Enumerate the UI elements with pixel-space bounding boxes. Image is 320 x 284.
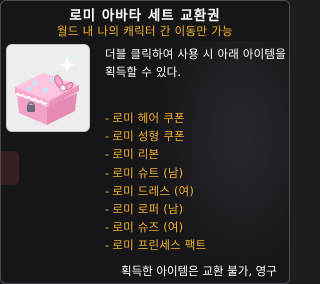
list-item: - 로미 성형 쿠폰 [105, 129, 185, 144]
item-tooltip: 로미 아바타 세트 교환권 월드 내 나의 캐릭터 간 이동만 가능 더블 클릭… [0, 0, 290, 284]
reward-item-label: 로미 성형 쿠폰 [112, 129, 185, 144]
reward-item-label: 로미 프린세스 팩트 [112, 238, 207, 253]
reward-item-label: 로미 슈즈 (여) [112, 220, 184, 235]
list-item: - 로미 슈즈 (여) [105, 220, 184, 235]
background-accent [1, 151, 19, 185]
item-trade-note: 획득한 아이템은 교환 불가, 영구 [121, 264, 277, 278]
list-item: - 로미 슈트 (남) [105, 165, 184, 180]
reward-item-list: - 로미 헤어 쿠폰 - 로미 성형 쿠폰 - 로미 리본 - 로미 슈트 (남) -로… [105, 109, 206, 255]
list-item: - 로미 리본 [105, 147, 160, 162]
list-item: - 로미 드레스 (여) [105, 183, 195, 198]
list-item: - 로미 프린세스 팩트 [105, 238, 207, 253]
reward-item-label: 로미 헤어 쿠폰 [112, 111, 185, 125]
item-icon-frame [6, 44, 90, 132]
reward-item-label: 로미 로퍼 (남) [112, 201, 184, 216]
reward-item-label: 로미 슈트 (남) [112, 165, 184, 180]
reward-item-label: 로미 리본 [112, 147, 160, 162]
item-description: 더블 클릭하여 사용 시 아래 아이템을 획득할 수 있다. [105, 47, 286, 79]
item-restriction-note: 월드 내 나의 캐릭터 간 이동만 가능 [56, 24, 234, 38]
list-item: - 로미 헤어 쿠폰 [105, 111, 185, 125]
pink-gift-box-icon [15, 53, 79, 125]
list-item: - 로미 로퍼 (남) [105, 201, 184, 216]
item-title: 로미 아바타 세트 교환권 [69, 8, 221, 24]
reward-item-label: 로미 드레스 (여) [112, 183, 195, 198]
